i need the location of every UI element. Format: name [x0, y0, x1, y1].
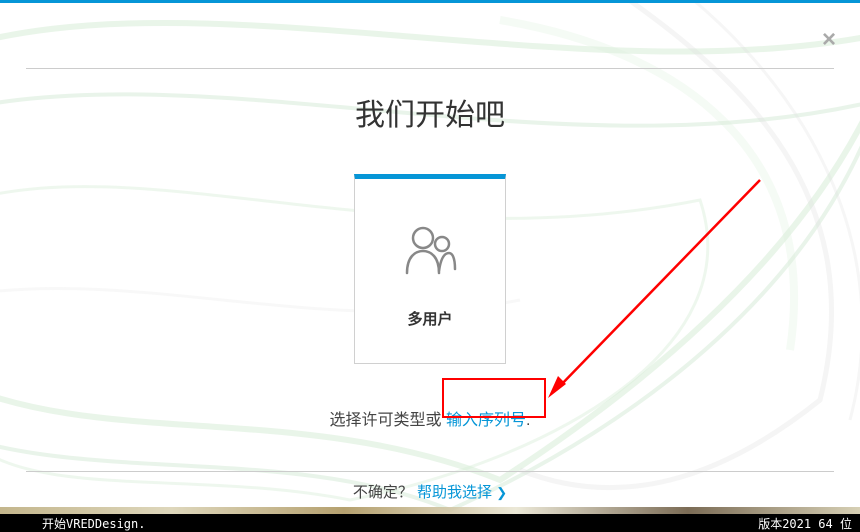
unsure-text: 不确定？ — [353, 484, 413, 501]
multi-user-card[interactable]: 多用户 — [354, 174, 506, 364]
footer-help: 不确定？ 帮助我选择 ❯ — [0, 481, 860, 502]
page-title: 我们开始吧 — [355, 90, 505, 134]
taskbar-app-name[interactable]: 开始VREDDesign. — [0, 515, 145, 532]
help-me-choose-link[interactable]: 帮助我选择 — [417, 484, 492, 501]
license-suffix: . — [526, 412, 530, 429]
chevron-right-icon: ❯ — [496, 485, 507, 500]
main-content: 我们开始吧 多用户 选择许可类型或 输入序列号. — [0, 68, 860, 470]
taskbar: 开始VREDDesign. 版本2021 64 位 — [0, 514, 860, 532]
divider-bottom — [26, 471, 834, 472]
license-prompt: 选择许可类型或 输入序列号. — [330, 406, 531, 430]
license-prefix: 选择许可类型或 — [330, 412, 446, 429]
window-top-accent — [0, 0, 860, 3]
taskbar-version: 版本2021 64 位 — [758, 515, 860, 532]
enter-serial-link[interactable]: 输入序列号 — [446, 412, 526, 429]
card-label: 多用户 — [407, 308, 452, 329]
users-icon — [401, 221, 459, 284]
close-button[interactable]: × — [822, 28, 836, 52]
